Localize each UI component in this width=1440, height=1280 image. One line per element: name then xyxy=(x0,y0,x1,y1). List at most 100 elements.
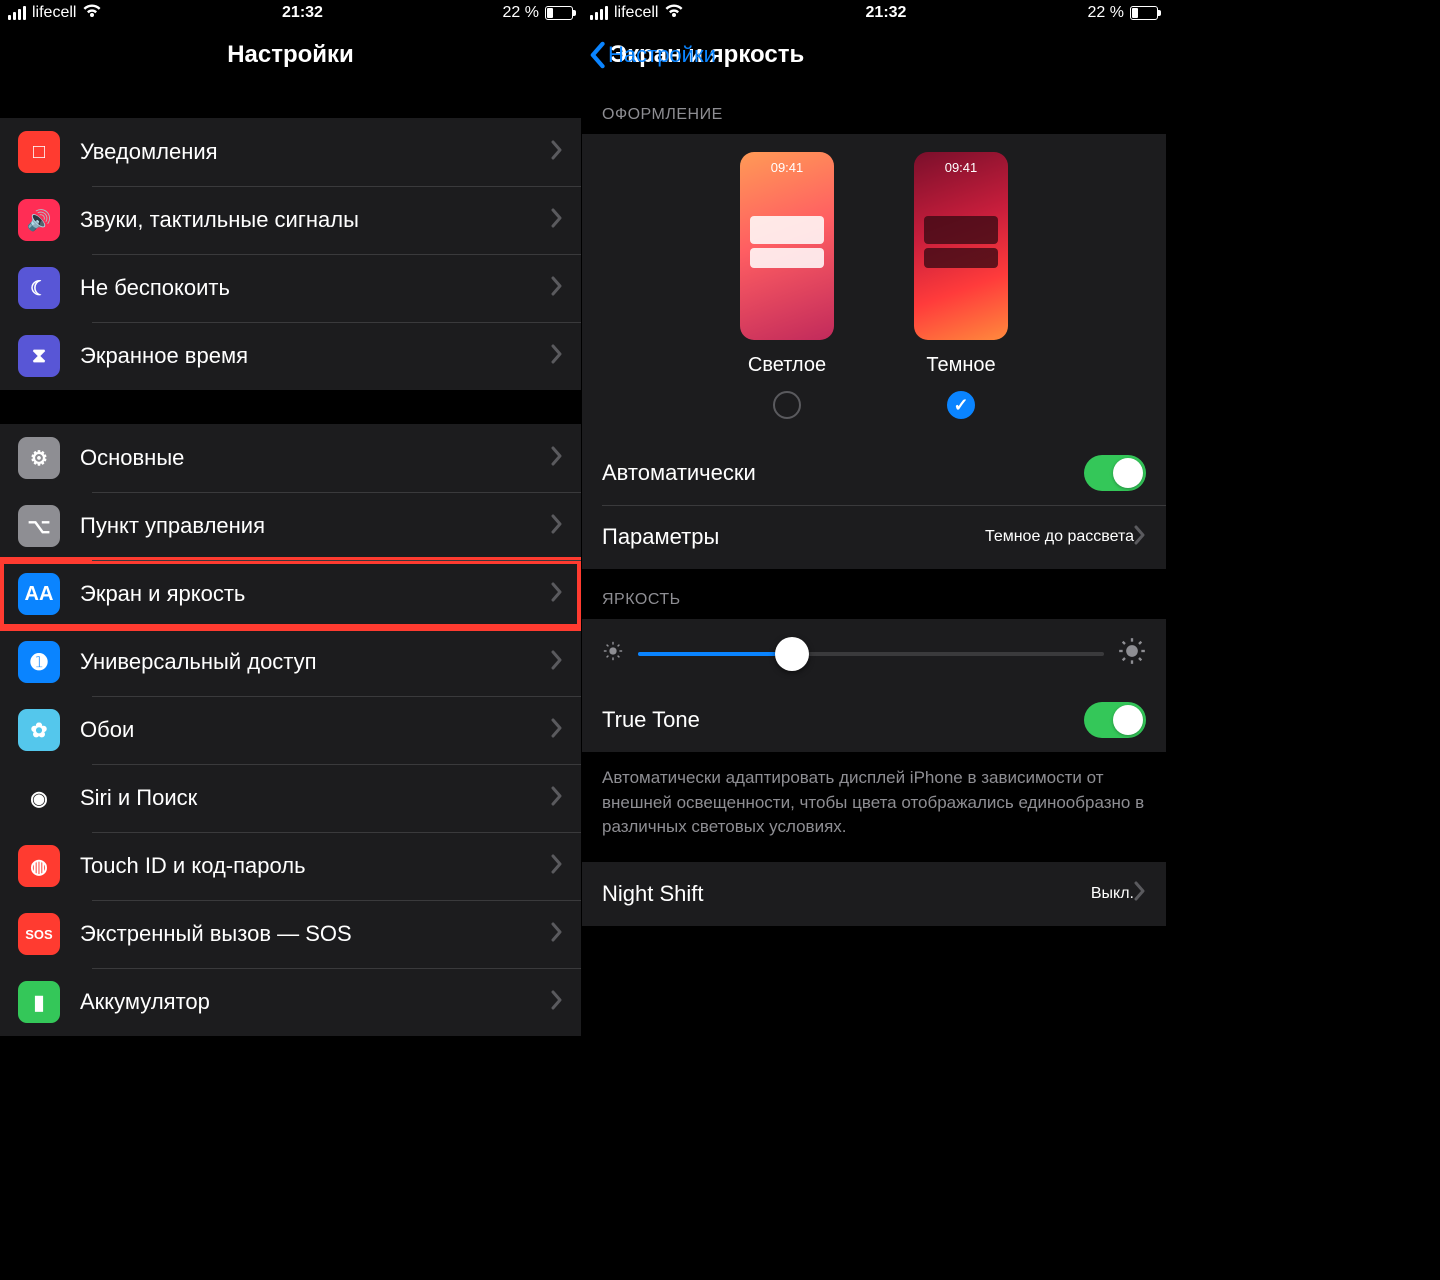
status-bar: lifecell 21:32 22 % xyxy=(582,0,1166,26)
row-label: Основные xyxy=(80,445,551,471)
row-label: Siri и Поиск xyxy=(80,785,551,811)
truetone-row: True Tone xyxy=(582,688,1166,752)
row-label: Аккумулятор xyxy=(80,989,551,1015)
section-header-appearance: ОФОРМЛЕНИЕ xyxy=(582,84,1166,134)
row-label: Обои xyxy=(80,717,551,743)
chevron-right-icon xyxy=(551,208,563,233)
carrier-label: lifecell xyxy=(614,4,658,22)
row-label: Звуки, тактильные сигналы xyxy=(80,207,551,233)
row-label: Уведомления xyxy=(80,139,551,165)
chevron-right-icon xyxy=(551,276,563,301)
chevron-right-icon xyxy=(551,582,563,607)
automatic-row: Автоматически xyxy=(582,441,1166,505)
options-label: Параметры xyxy=(602,524,985,550)
appearance-dark-option[interactable]: 09:41 Темное xyxy=(914,152,1008,419)
dark-label: Темное xyxy=(926,354,995,377)
settings-row-sounds[interactable]: 🔊 Звуки, тактильные сигналы xyxy=(0,186,581,254)
chevron-right-icon xyxy=(551,786,563,811)
settings-row-dnd[interactable]: ☾ Не беспокоить xyxy=(0,254,581,322)
display-brightness-screen: lifecell 21:32 22 % Настройки Экран и яр… xyxy=(582,0,1166,1280)
chevron-right-icon xyxy=(551,854,563,879)
automatic-switch[interactable] xyxy=(1084,455,1146,491)
chevron-right-icon xyxy=(551,990,563,1015)
sounds-icon: 🔊 xyxy=(18,199,60,241)
truetone-label: True Tone xyxy=(602,707,1084,733)
settings-row-screentime[interactable]: ⧗ Экранное время xyxy=(0,322,581,390)
nightshift-value: Выкл. xyxy=(1091,885,1134,903)
settings-root-screen: lifecell 21:32 22 % Настройки □ Уведомлен… xyxy=(0,0,582,1280)
nightshift-row[interactable]: Night Shift Выкл. xyxy=(582,862,1166,926)
battery-percent: 22 % xyxy=(1088,4,1124,22)
settings-row-notifications[interactable]: □ Уведомления xyxy=(0,118,581,186)
battery-icon xyxy=(545,6,573,20)
siri-icon: ◉ xyxy=(18,777,60,819)
settings-row-accessibility[interactable]: ➊ Универсальный доступ xyxy=(0,628,581,696)
row-label: Пункт управления xyxy=(80,513,551,539)
dnd-icon: ☾ xyxy=(18,267,60,309)
status-time: 21:32 xyxy=(282,4,323,22)
sun-max-icon xyxy=(1118,637,1146,670)
settings-row-general[interactable]: ⚙ Основные xyxy=(0,424,581,492)
row-label: Экранное время xyxy=(80,343,551,369)
settings-row-controlcenter[interactable]: ⌥ Пункт управления xyxy=(0,492,581,560)
row-label: Экстренный вызов — SOS xyxy=(80,921,551,947)
back-button[interactable]: Настройки xyxy=(588,41,716,69)
row-label: Экран и яркость xyxy=(80,581,551,607)
signal-icon xyxy=(8,6,26,20)
wifi-icon xyxy=(82,3,102,24)
chevron-right-icon xyxy=(1134,881,1146,906)
screentime-icon: ⧗ xyxy=(18,335,60,377)
display-icon: AA xyxy=(18,573,60,615)
settings-row-emergency[interactable]: SOS Экстренный вызов — SOS xyxy=(0,900,581,968)
chevron-right-icon xyxy=(1134,525,1146,550)
accessibility-icon: ➊ xyxy=(18,641,60,683)
nav-header: Настройки xyxy=(0,26,581,84)
appearance-picker: 09:41 Светлое 09:41 Темное xyxy=(582,134,1166,441)
options-row[interactable]: Параметры Темное до рассвета xyxy=(582,505,1166,569)
brightness-slider[interactable] xyxy=(638,652,1104,656)
row-label: Универсальный доступ xyxy=(80,649,551,675)
settings-row-touchid[interactable]: ◍Touch ID и код-пароль xyxy=(0,832,581,900)
truetone-description: Автоматически адаптировать дисплей iPhon… xyxy=(582,752,1166,862)
emergency-icon: SOS xyxy=(18,913,60,955)
appearance-light-option[interactable]: 09:41 Светлое xyxy=(740,152,834,419)
dark-radio[interactable] xyxy=(947,391,975,419)
carrier-label: lifecell xyxy=(32,4,76,22)
light-radio[interactable] xyxy=(773,391,801,419)
light-label: Светлое xyxy=(748,354,826,377)
wallpaper-icon: ✿ xyxy=(18,709,60,751)
signal-icon xyxy=(590,6,608,20)
chevron-right-icon xyxy=(551,718,563,743)
page-title: Настройки xyxy=(227,41,354,69)
controlcenter-icon: ⌥ xyxy=(18,505,60,547)
automatic-label: Автоматически xyxy=(602,460,1084,486)
notifications-icon: □ xyxy=(18,131,60,173)
section-header-brightness: ЯРКОСТЬ xyxy=(582,569,1166,619)
chevron-right-icon xyxy=(551,650,563,675)
wifi-icon xyxy=(664,3,684,24)
nightshift-label: Night Shift xyxy=(602,881,1091,907)
battery-percent: 22 % xyxy=(503,4,539,22)
battery-icon xyxy=(1130,6,1158,20)
battery-icon: ▮ xyxy=(18,981,60,1023)
back-label: Настройки xyxy=(608,42,716,68)
sun-min-icon xyxy=(602,640,624,667)
chevron-right-icon xyxy=(551,922,563,947)
touchid-icon: ◍ xyxy=(18,845,60,887)
settings-row-battery[interactable]: ▮ Аккумулятор xyxy=(0,968,581,1036)
settings-row-display[interactable]: AA Экран и яркость xyxy=(0,560,581,628)
row-label: Не беспокоить xyxy=(80,275,551,301)
chevron-right-icon xyxy=(551,514,563,539)
nav-header: Настройки Экран и яркость xyxy=(582,26,1166,84)
status-bar: lifecell 21:32 22 % xyxy=(0,0,581,26)
light-preview: 09:41 xyxy=(740,152,834,340)
status-time: 21:32 xyxy=(866,4,907,22)
options-value: Темное до рассвета xyxy=(985,528,1134,546)
truetone-switch[interactable] xyxy=(1084,702,1146,738)
settings-row-wallpaper[interactable]: ✿ Обои xyxy=(0,696,581,764)
settings-row-siri[interactable]: ◉ Siri и Поиск xyxy=(0,764,581,832)
general-icon: ⚙ xyxy=(18,437,60,479)
chevron-right-icon xyxy=(551,344,563,369)
brightness-slider-row xyxy=(582,619,1166,688)
chevron-right-icon xyxy=(551,140,563,165)
